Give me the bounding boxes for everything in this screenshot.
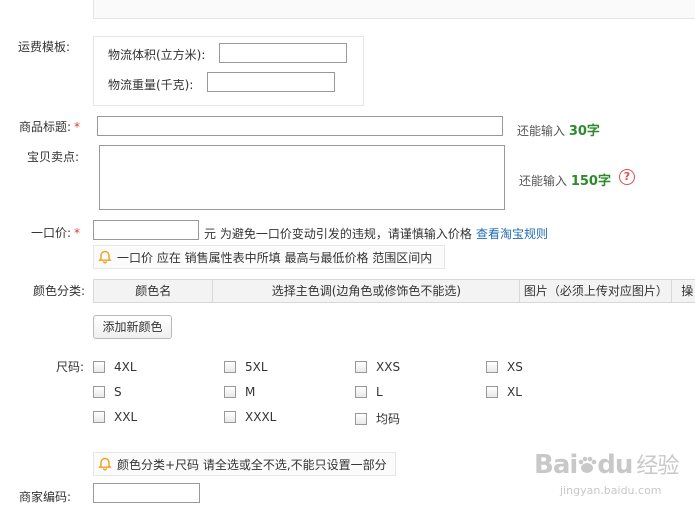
weight-label: 物流重量(千克): — [108, 78, 194, 92]
baidu-watermark-logo: Bai du 经验 — [534, 450, 679, 480]
size-option-m[interactable]: M — [224, 385, 255, 399]
required-mark: * — [74, 120, 81, 134]
price-hint: 元 为避免一口价变动引发的违规，请谨慎输入价格 — [204, 227, 472, 241]
merchant-code-label: 商家编码: — [19, 490, 72, 504]
price-input[interactable] — [93, 220, 199, 240]
price-notice: 一口价 应在 销售属性表中所填 最高与最低价格 范围区间内 — [93, 245, 445, 269]
size-option-xs[interactable]: XS — [486, 360, 523, 374]
checkbox[interactable] — [355, 412, 367, 425]
size-option-one-size[interactable]: 均码 — [355, 410, 400, 427]
checkbox[interactable] — [224, 411, 236, 423]
size-option-xxxl[interactable]: XXXL — [224, 410, 276, 424]
selling-points-textarea[interactable] — [99, 145, 505, 210]
title-label: 商品标题: * — [19, 120, 81, 134]
selling-points-counter-value: 150字 — [570, 174, 611, 189]
color-label: 颜色分类: — [33, 284, 86, 298]
checkbox[interactable] — [486, 386, 498, 398]
size-option-4xl[interactable]: 4XL — [93, 360, 137, 374]
selling-points-counter: 还能输入 150字 — [519, 174, 611, 189]
merchant-code-input[interactable] — [93, 483, 200, 503]
price-label: 一口价: * — [31, 226, 81, 240]
size-option-s[interactable]: S — [93, 385, 122, 399]
column-image: 图片（必须上传对应图片） — [520, 280, 673, 302]
top-panel-edge — [93, 0, 695, 19]
title-counter-value: 30字 — [568, 124, 600, 139]
volume-label: 物流体积(立方米): — [108, 48, 206, 62]
size-option-5xl[interactable]: 5XL — [224, 360, 268, 374]
size-option-l[interactable]: L — [355, 385, 383, 399]
checkbox[interactable] — [93, 411, 105, 423]
bell-icon — [98, 250, 112, 264]
price-notice-text: 一口价 应在 销售属性表中所填 最高与最低价格 范围区间内 — [117, 250, 433, 265]
selling-points-label: 宝贝卖点: — [27, 150, 80, 164]
watermark-url: jingyan.baidu.com — [560, 484, 662, 497]
column-action: 操 — [681, 284, 694, 298]
add-color-button[interactable]: 添加新颜色 — [93, 315, 172, 339]
size-option-xxs[interactable]: XXS — [355, 360, 400, 374]
checkbox[interactable] — [355, 361, 367, 373]
checkbox[interactable] — [224, 361, 236, 373]
size-notice-text: 颜色分类+尺码 请全选或全不选,不能只设置一部分 — [117, 457, 387, 472]
weight-input[interactable] — [207, 72, 335, 92]
column-color-name: 颜色名 — [94, 280, 214, 302]
checkbox[interactable] — [93, 386, 105, 398]
volume-input[interactable] — [219, 43, 347, 63]
size-label: 尺码: — [56, 360, 85, 374]
checkbox[interactable] — [224, 386, 236, 398]
color-table-header: 颜色名 选择主色调(边角色或修饰色不能选) 图片（必须上传对应图片） 操 — [93, 279, 695, 303]
checkbox[interactable] — [355, 386, 367, 398]
checkbox[interactable] — [93, 361, 105, 373]
required-mark: * — [74, 226, 81, 240]
title-counter: 还能输入 30字 — [517, 124, 600, 139]
help-icon[interactable]: ? — [619, 169, 635, 185]
rules-link[interactable]: 查看淘宝规则 — [476, 225, 548, 242]
title-input[interactable] — [97, 116, 503, 136]
size-option-xl[interactable]: XL — [486, 385, 522, 399]
checkbox[interactable] — [486, 361, 498, 373]
size-option-xxl[interactable]: XXL — [93, 410, 137, 424]
shipping-template-label: 运费模板: — [18, 40, 71, 54]
column-main-tone: 选择主色调(边角色或修饰色不能选) — [213, 280, 521, 302]
size-notice: 颜色分类+尺码 请全选或全不选,不能只设置一部分 — [93, 452, 396, 476]
bell-icon — [98, 457, 112, 471]
paw-icon — [578, 456, 597, 473]
